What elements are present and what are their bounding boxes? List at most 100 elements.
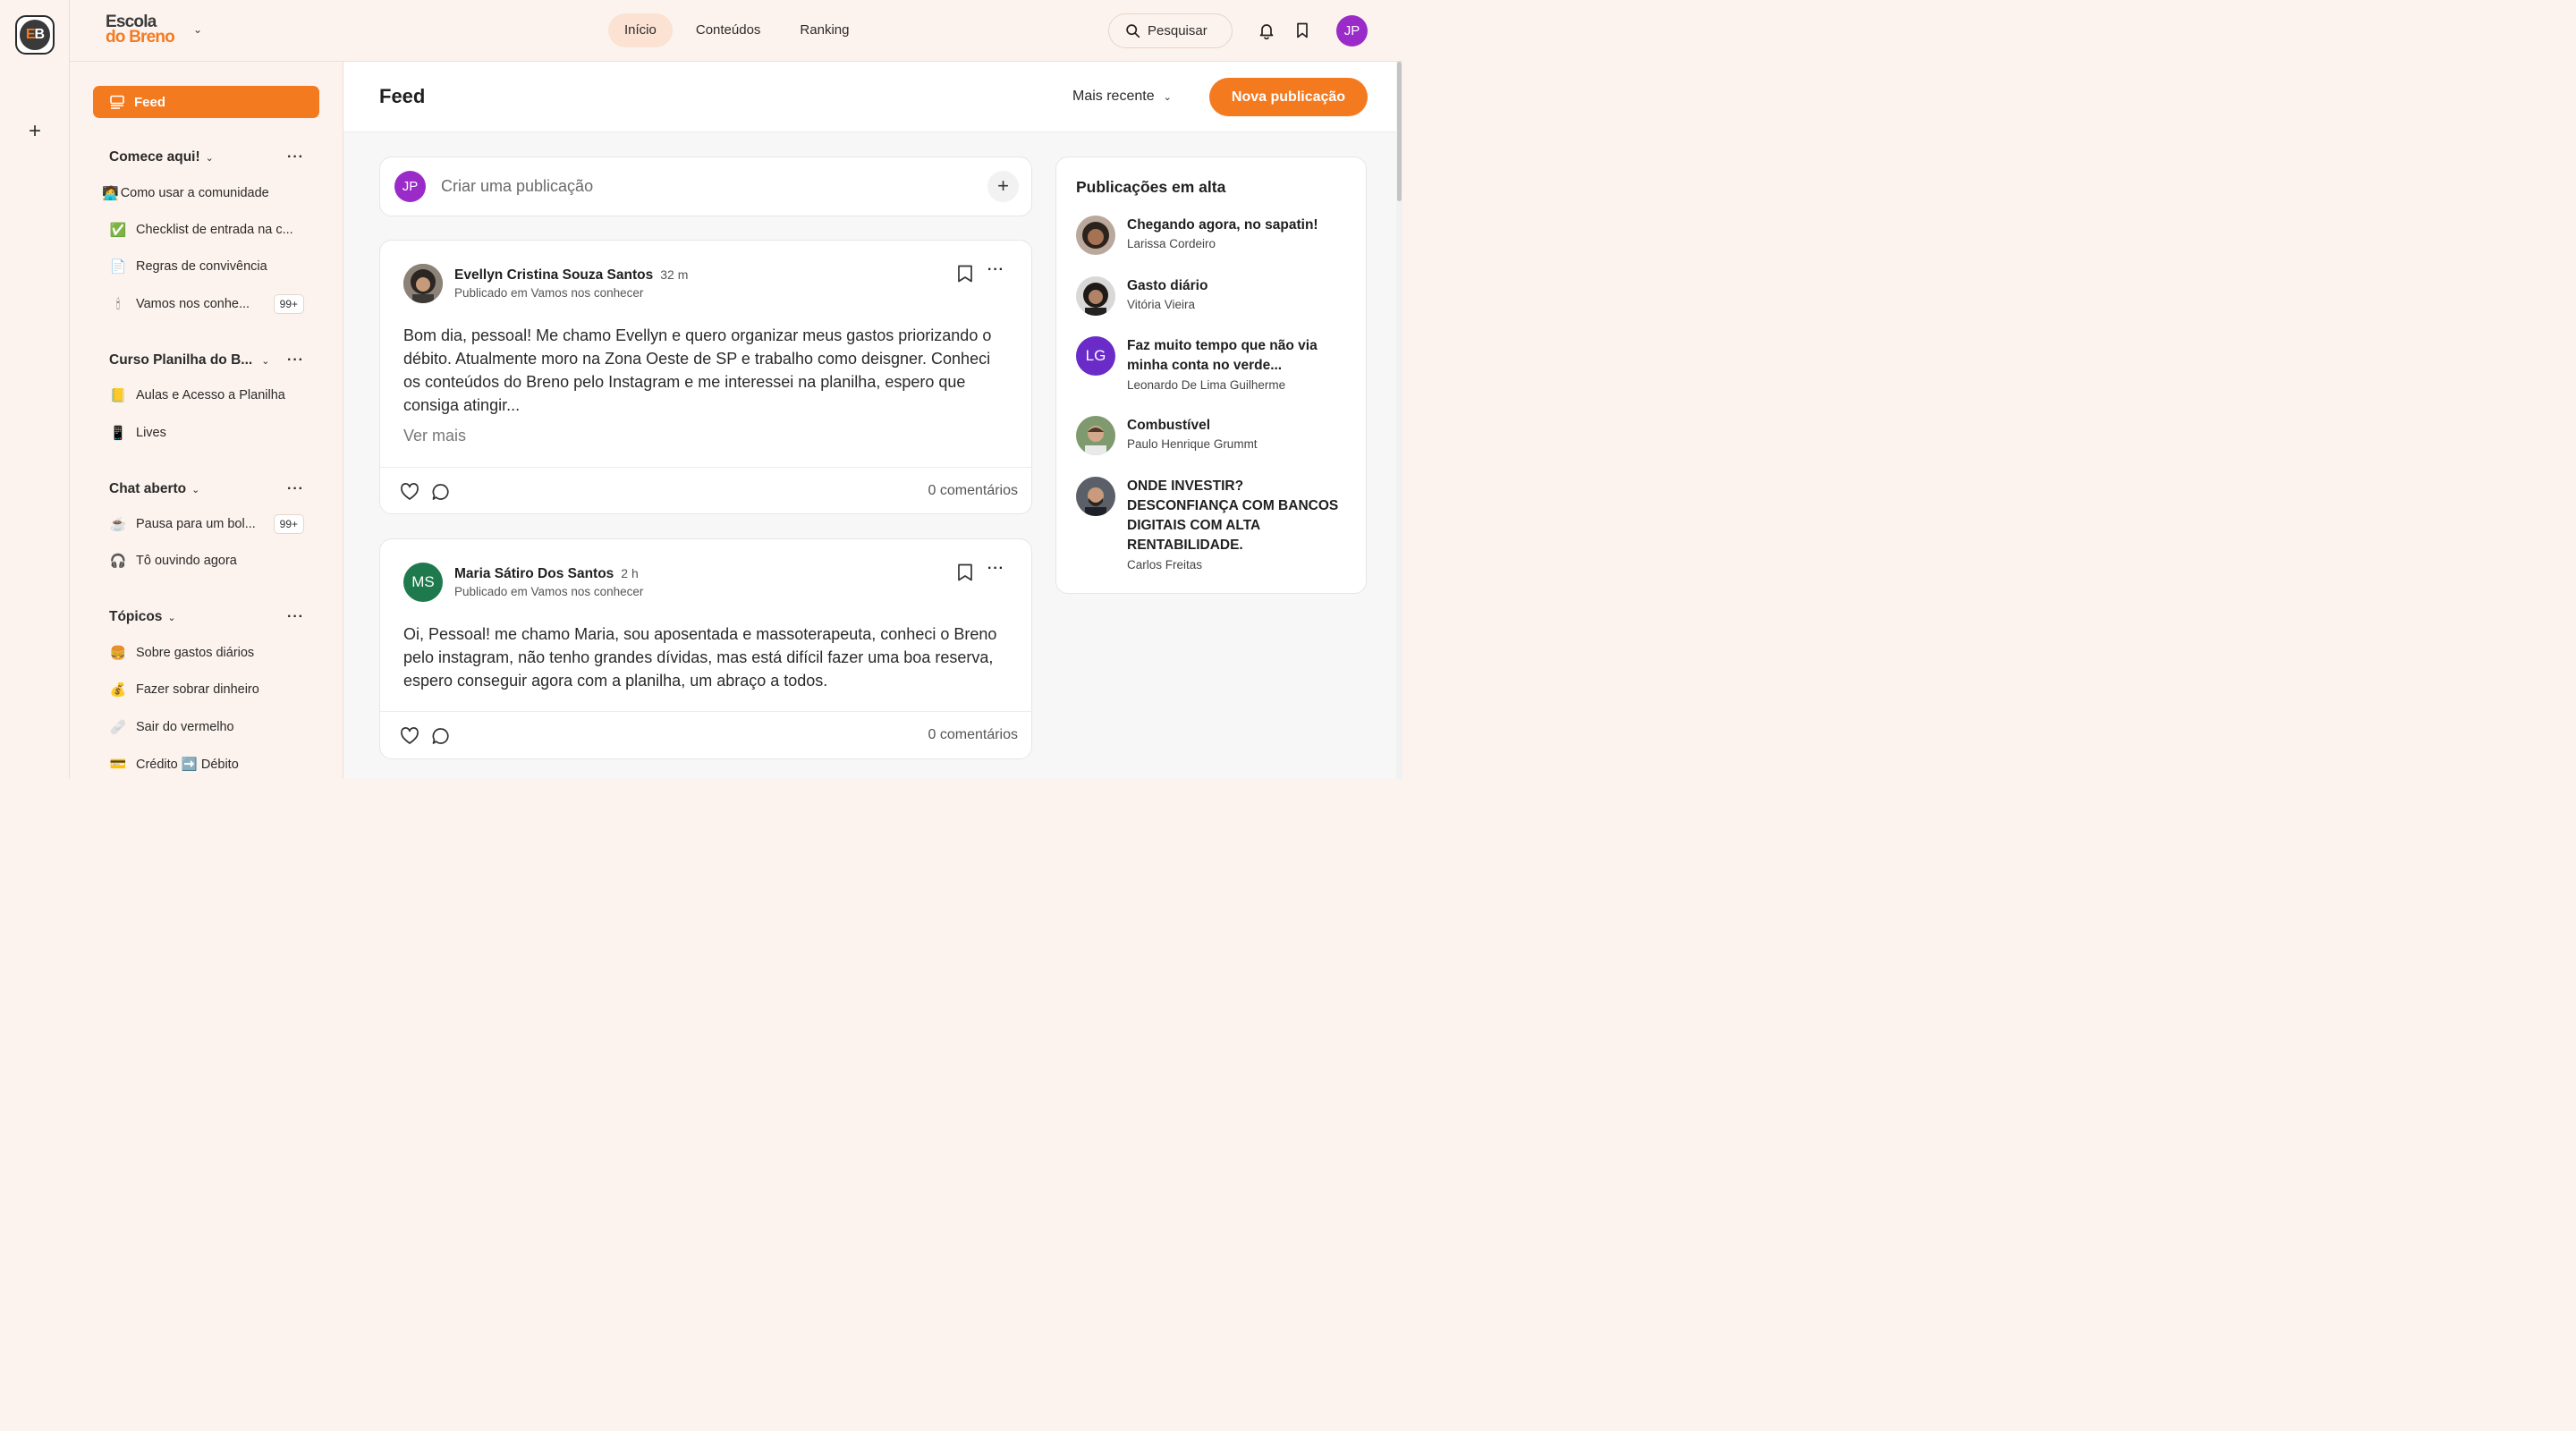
feed-label: Feed xyxy=(134,94,166,110)
chevron-down-icon: ⌄ xyxy=(1163,91,1172,103)
sidebar-item-label: Tô ouvindo agora xyxy=(136,554,237,568)
sidebar-item-credito-debito[interactable]: 💳 Crédito ➡️ Débito xyxy=(109,752,304,775)
burger-icon: 🍔 xyxy=(109,646,127,661)
avatar xyxy=(1076,216,1115,255)
chevron-down-icon[interactable]: ⌄ xyxy=(167,612,175,623)
sidebar-item-label: Pausa para um bol... xyxy=(136,517,256,531)
sidebar-item-label: Vamos nos conhe... xyxy=(136,297,250,311)
section-topicos[interactable]: Tópicos ⌄ ··· xyxy=(109,609,304,625)
trending-item[interactable]: LG Faz muito tempo que não via minha con… xyxy=(1076,336,1353,395)
more-options-icon[interactable]: ··· xyxy=(287,149,304,165)
unread-badge: 99+ xyxy=(273,294,304,314)
sidebar: Feed Comece aqui! ⌄ ··· 🧑‍💻 Como usar a … xyxy=(70,62,343,779)
trending-item[interactable]: Chegando agora, no sapatin! Larissa Cord… xyxy=(1076,216,1353,255)
sidebar-item-label: Sair do vermelho xyxy=(136,720,234,734)
more-options-icon[interactable]: ··· xyxy=(987,561,1004,577)
sidebar-item-vamos-nos-conhecer[interactable]: 🕯 Vamos nos conhe... 99+ xyxy=(109,292,304,316)
credit-card-icon: 💳 xyxy=(109,757,127,772)
sidebar-item-label: Crédito ➡️ Débito xyxy=(136,757,239,772)
avatar-photo xyxy=(403,264,443,303)
chevron-down-icon[interactable]: ⌄ xyxy=(261,355,269,367)
sidebar-item-label: Fazer sobrar dinheiro xyxy=(136,682,259,697)
trending-item-title: Chegando agora, no sapatin! xyxy=(1127,217,1318,233)
heart-icon[interactable] xyxy=(400,482,419,502)
sidebar-item-como-usar[interactable]: 🧑‍💻 Como usar a comunidade xyxy=(102,182,297,205)
nav-ranking[interactable]: Ranking xyxy=(784,13,865,47)
post-location[interactable]: Publicado em Vamos nos conhecer xyxy=(454,585,643,598)
trending-item[interactable]: Combustível Paulo Henrique Grummt xyxy=(1076,416,1353,455)
author-name: Maria Sátiro Dos Santos xyxy=(454,566,614,581)
brand-logo[interactable]: Escola do Breno xyxy=(106,13,175,46)
sidebar-item-gastos[interactable]: 🍔 Sobre gastos diários xyxy=(109,641,304,665)
trending-item-title: Gasto diário xyxy=(1127,278,1208,293)
section-comece-aqui[interactable]: Comece aqui! ⌄ ··· xyxy=(109,149,304,165)
section-chat-aberto[interactable]: Chat aberto ⌄ ··· xyxy=(109,481,304,497)
chevron-down-icon[interactable]: ⌄ xyxy=(191,484,199,495)
section-title: Tópicos xyxy=(109,609,163,624)
avatar xyxy=(1076,477,1115,516)
sidebar-item-feed[interactable]: Feed xyxy=(93,86,319,118)
add-community-icon[interactable]: + xyxy=(25,121,45,142)
sidebar-item-label: Como usar a comunidade xyxy=(120,186,269,200)
money-bag-icon: 💰 xyxy=(109,682,127,698)
add-icon[interactable]: + xyxy=(987,171,1019,202)
bookmark-icon[interactable] xyxy=(957,563,973,581)
comments-count[interactable]: 0 comentários xyxy=(928,727,1019,743)
sidebar-item-ouvindo[interactable]: 🎧 Tô ouvindo agora xyxy=(109,549,304,572)
scrollbar[interactable] xyxy=(1396,62,1402,779)
more-options-icon[interactable]: ··· xyxy=(287,352,304,368)
sidebar-item-regras[interactable]: 📄 Regras de convivência xyxy=(109,255,304,278)
comment-icon[interactable] xyxy=(431,726,451,746)
post-time: 2 h xyxy=(621,566,639,580)
bookmark-icon[interactable] xyxy=(957,265,973,283)
more-options-icon[interactable]: ··· xyxy=(987,262,1004,278)
section-title: Chat aberto xyxy=(109,481,187,496)
app-rail: EB + xyxy=(0,0,70,779)
comment-icon[interactable] xyxy=(431,482,451,502)
sort-dropdown[interactable]: Mais recente ⌄ xyxy=(1072,89,1172,105)
composer-placeholder[interactable]: Criar uma publicação xyxy=(441,177,593,196)
sidebar-item-pausa[interactable]: ☕ Pausa para um bol... 99+ xyxy=(109,512,304,536)
sidebar-item-aulas[interactable]: 📒 Aulas e Acesso a Planilha xyxy=(109,384,304,407)
sidebar-item-lives[interactable]: 📱 Lives xyxy=(109,421,304,445)
trending-item[interactable]: Gasto diário Vitória Vieira xyxy=(1076,276,1353,316)
sidebar-item-label: Sobre gastos diários xyxy=(136,646,255,660)
user-avatar[interactable]: JP xyxy=(1336,15,1368,47)
post-location[interactable]: Publicado em Vamos nos conhecer xyxy=(454,286,643,300)
sidebar-item-label: Lives xyxy=(136,426,166,440)
nav-inicio[interactable]: Início xyxy=(608,13,673,47)
bookmark-icon[interactable] xyxy=(1293,21,1311,39)
chevron-down-icon[interactable]: ⌄ xyxy=(206,152,214,164)
post-composer[interactable]: JP Criar uma publicação + xyxy=(379,157,1032,216)
search-button[interactable]: Pesquisar xyxy=(1108,13,1233,48)
sidebar-item-vermelho[interactable]: 🩹 Sair do vermelho xyxy=(109,716,304,739)
bell-icon[interactable] xyxy=(1258,21,1275,39)
see-more-link[interactable]: Ver mais xyxy=(403,427,466,445)
post-author[interactable]: Evellyn Cristina Souza Santos 32 m xyxy=(454,267,688,284)
trending-item[interactable]: ONDE INVESTIR? DESCONFIANÇA COM BANCOS D… xyxy=(1076,477,1353,575)
feed-icon xyxy=(110,95,124,109)
trending-item-author: Carlos Freitas xyxy=(1127,558,1203,572)
nav-conteudos[interactable]: Conteúdos xyxy=(680,13,777,47)
sidebar-item-sobrar[interactable]: 💰 Fazer sobrar dinheiro xyxy=(109,678,304,701)
section-curso-planilha[interactable]: Curso Planilha do B... ⌄ ··· xyxy=(109,352,304,368)
trending-posts-panel: Publicações em alta Chegando agora, no s… xyxy=(1055,157,1367,594)
sidebar-item-checklist[interactable]: ✅ Checklist de entrada na c... xyxy=(109,218,304,241)
unread-badge: 99+ xyxy=(273,514,304,534)
post-time: 32 m xyxy=(660,267,689,282)
avatar: JP xyxy=(394,171,426,202)
scrollbar-thumb[interactable] xyxy=(1397,62,1402,201)
avatar[interactable] xyxy=(403,264,443,303)
avatar: LG xyxy=(1076,336,1115,376)
new-post-button[interactable]: Nova publicação xyxy=(1209,78,1368,116)
post-body: Bom dia, pessoal! Me chamo Evellyn e que… xyxy=(403,326,992,414)
avatar[interactable]: MS xyxy=(403,563,443,602)
heart-icon[interactable] xyxy=(400,726,419,746)
more-options-icon[interactable]: ··· xyxy=(287,481,304,497)
more-options-icon[interactable]: ··· xyxy=(287,609,304,625)
comments-count[interactable]: 0 comentários xyxy=(928,483,1019,499)
avatar-photo xyxy=(1076,416,1115,455)
community-logo-button[interactable]: EB xyxy=(15,15,55,55)
chevron-down-icon[interactable]: ⌄ xyxy=(193,23,202,36)
post-author[interactable]: Maria Sátiro Dos Santos 2 h xyxy=(454,566,639,582)
